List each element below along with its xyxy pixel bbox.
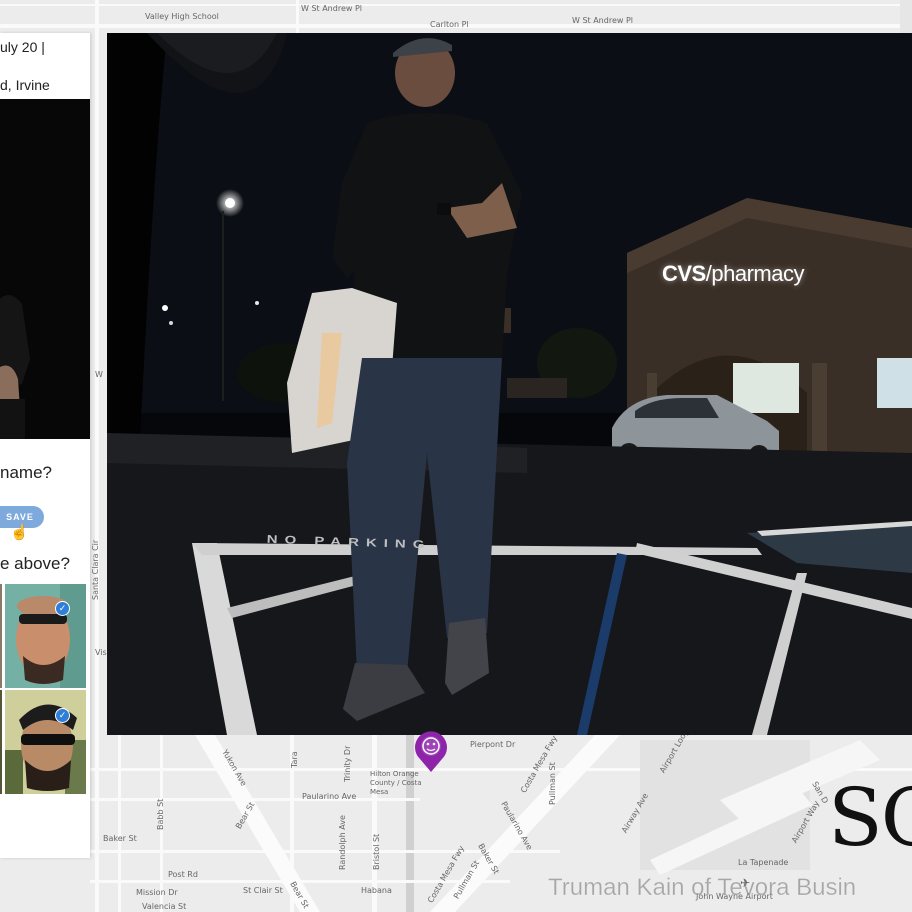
store-sign: CVS/pharmacy <box>662 261 804 287</box>
map-label: Habana <box>361 886 392 895</box>
map-label: Babb St <box>156 798 165 830</box>
map-label: Randolph Ave <box>338 815 347 870</box>
map-label: W <box>95 370 103 379</box>
date-text: uly 20 | <box>0 39 45 55</box>
checkmark-icon: ✓ <box>55 708 70 723</box>
map-label-hilton: Hilton Orange County / Costa Mesa <box>370 770 422 796</box>
face-candidate-partial[interactable] <box>0 584 2 688</box>
map-label: Paularino Ave <box>302 792 357 801</box>
map-label: Santa Clara Cir <box>91 539 100 600</box>
match-question: e above? <box>0 554 70 573</box>
hand-cursor-icon: ☝ <box>10 524 29 541</box>
map-label: W St Andrew Pl <box>301 4 362 13</box>
store-sign-rest: /pharmacy <box>705 261 805 286</box>
map-label: Carlton Pl <box>430 20 469 29</box>
map-label: Pullman St <box>548 762 557 805</box>
checkmark-icon: ✓ <box>55 601 70 616</box>
map-label: W St Andrew Pl <box>572 16 633 25</box>
map-label: Bristol St <box>372 833 381 870</box>
map-label: Trinity Dr <box>343 745 352 782</box>
doorbell-video-frame[interactable]: CVS/pharmacy NO PARKING <box>107 33 912 735</box>
speaker-caption: Truman Kain of Tevora Busin <box>548 874 857 902</box>
face-candidate-2[interactable]: ✓ <box>5 690 86 794</box>
address-text: d, Irvine <box>0 77 50 93</box>
map-label: Pierpont Dr <box>470 740 516 749</box>
map-label: Mission Dr <box>136 888 178 897</box>
map-label: Post Rd <box>168 870 198 879</box>
map-label: St Clair St <box>243 886 283 895</box>
map-label: Tara <box>290 751 299 768</box>
map-label: La Tapenade <box>738 858 789 867</box>
face-pin-icon[interactable] <box>412 729 450 773</box>
map-label: Valley High School <box>145 12 219 21</box>
face-candidate-1[interactable]: ✓ <box>5 584 86 688</box>
map-label: Baker St <box>103 834 137 843</box>
map-label: Valencia St <box>142 902 187 911</box>
name-question: name? <box>0 463 52 482</box>
identity-panel: uly 20 | d, Irvine name? SAVE ☝ e above?… <box>0 33 90 858</box>
channel-logo: SC <box>828 771 912 864</box>
store-sign-brand: CVS <box>662 261 706 286</box>
face-candidate-partial[interactable] <box>0 690 2 794</box>
subject-photo <box>0 99 90 439</box>
video-scene <box>107 33 912 735</box>
